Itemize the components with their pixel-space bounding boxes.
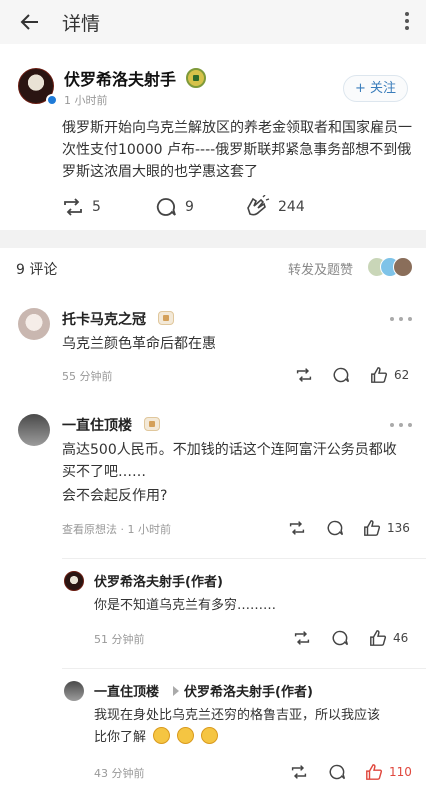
commenter-avatar[interactable] <box>18 414 50 446</box>
reply-time: 43 分钟前 <box>94 767 145 780</box>
reply-item: 一直住顶楼 伏罗希洛夫射手(作者) 我现在身处比乌克兰还穷的格鲁吉亚，所以我应该… <box>0 676 426 786</box>
thinking-emoji-icon <box>201 727 219 744</box>
comment-count: 9 <box>185 199 194 215</box>
comment-like-button[interactable]: 136 <box>363 518 410 538</box>
reply-repost-button[interactable] <box>295 365 313 385</box>
reply-item: 伏罗希洛夫射手(作者) 你是不知道乌克兰有多穷……… 51 分钟前 46 <box>0 566 426 662</box>
plus-icon: + <box>354 81 366 96</box>
reply-button[interactable] <box>326 518 344 538</box>
repost-icon <box>296 368 312 382</box>
post-actions: 5 9 244 <box>0 194 426 220</box>
comments-header: 9 评论 转发及题赞 <box>0 250 426 284</box>
thinking-emoji-icon <box>153 727 171 744</box>
comments-count-label: 9 评论 <box>16 262 58 278</box>
thumbs-up-icon <box>370 630 387 646</box>
repost-icon <box>64 198 82 216</box>
reply-like-count: 110 <box>389 765 412 779</box>
thumbs-up-liked-icon <box>366 764 383 780</box>
comment-icon <box>327 520 344 536</box>
thumbs-up-icon <box>371 367 388 383</box>
follow-label: 关注 <box>370 81 397 96</box>
comment-icon <box>156 198 176 216</box>
more-vertical-icon[interactable] <box>400 9 414 35</box>
comment-text: 乌克兰颜色革命后都在惠 <box>62 336 216 352</box>
reply-text: 你是不知道乌克兰有多穷……… <box>94 598 277 613</box>
post-text: 俄罗斯开始向乌克兰解放区的养老金领取者和国家雇员一次性支付10000 卢布---… <box>62 120 412 180</box>
reply-repost-button[interactable] <box>290 762 308 782</box>
comment-meta: 查看原想法 · 1 小时前 <box>62 521 171 537</box>
reply-to-arrow-icon <box>173 686 179 696</box>
like-button[interactable]: 244 <box>244 194 305 220</box>
main-post: 伏罗希洛夫射手 1 小时前 + 关注 俄罗斯开始向乌克兰解放区的养老金领取者和国… <box>0 44 426 230</box>
page-title: 详情 <box>62 13 101 35</box>
author-name[interactable]: 伏罗希洛夫射手 <box>64 66 176 90</box>
comment-text-line: 高达500人民币。不加钱的话这个连阿富汗公务员都收 <box>62 442 397 458</box>
reply-time: 51 分钟前 <box>94 633 145 646</box>
comment-icon <box>332 630 349 646</box>
commenter-avatar[interactable] <box>18 308 50 340</box>
more-icon[interactable] <box>390 317 412 323</box>
meta-separator: · <box>120 523 128 536</box>
reply-button[interactable] <box>331 628 349 648</box>
view-original-link[interactable]: 查看原想法 <box>62 523 117 536</box>
level-badge-icon <box>144 417 160 431</box>
like-hands-icon <box>247 195 270 216</box>
reply-like-count: 46 <box>393 631 409 645</box>
reply-button[interactable] <box>328 762 346 782</box>
comment-like-count: 136 <box>387 521 410 535</box>
reply-divider <box>62 558 426 559</box>
replier-name[interactable]: 一直住顶楼 <box>94 681 159 700</box>
like-count: 244 <box>278 199 305 215</box>
comment-time: 1 小时前 <box>127 523 172 536</box>
reply-like-button[interactable]: 110 <box>365 762 412 782</box>
comment-icon <box>329 764 346 780</box>
level-badge-icon <box>186 68 206 88</box>
comment-time: 55 分钟前 <box>62 370 113 383</box>
reposts-likes-link[interactable]: 转发及题赞 <box>288 259 353 278</box>
post-time: 1 小时前 <box>64 94 108 107</box>
reply-text-line: 比你了解 <box>94 727 219 749</box>
comment-text-line: 买不了吧…… <box>62 464 146 480</box>
more-icon[interactable] <box>390 423 412 429</box>
comment-item: 一直住顶楼 高达500人民币。不加钱的话这个连阿富汗公务员都收 买不了吧…… 会… <box>0 406 426 546</box>
reply-button[interactable] <box>332 365 350 385</box>
replier-avatar[interactable] <box>64 681 84 701</box>
commenter-name[interactable]: 一直住顶楼 <box>62 415 132 435</box>
repost-icon <box>289 521 305 535</box>
repost-button[interactable]: 5 <box>62 194 101 220</box>
follow-button[interactable]: + 关注 <box>343 75 408 102</box>
comment-button[interactable]: 9 <box>155 194 194 220</box>
reply-repost-button[interactable] <box>293 628 311 648</box>
reply-text-part: 比你了解 <box>94 730 147 745</box>
top-bar: 详情 <box>0 0 426 44</box>
comment-icon <box>333 367 350 383</box>
reply-to-name[interactable]: 伏罗希洛夫射手(作者) <box>184 681 313 700</box>
back-arrow-icon[interactable] <box>18 10 42 34</box>
repost-icon <box>291 765 307 779</box>
level-badge-icon <box>158 311 174 325</box>
thumbs-up-icon <box>364 520 381 536</box>
liker-avatar[interactable] <box>393 257 413 277</box>
commenter-name[interactable]: 托卡马克之冠 <box>62 309 146 329</box>
comment-text-line: 会不会起反作用? <box>62 488 168 504</box>
replier-name[interactable]: 伏罗希洛夫射手(作者) <box>94 571 223 590</box>
reply-divider <box>62 668 426 669</box>
replier-avatar[interactable] <box>64 571 84 591</box>
verified-icon <box>46 94 58 106</box>
reply-like-button[interactable]: 46 <box>369 628 408 648</box>
reply-text-line: 我现在身处比乌克兰还穷的格鲁吉亚，所以我应该 <box>94 708 381 723</box>
comment-item: 托卡马克之冠 乌克兰颜色革命后都在惠 55 分钟前 62 <box>0 300 426 390</box>
repost-icon <box>294 631 310 645</box>
reply-repost-button[interactable] <box>288 518 306 538</box>
comment-like-button[interactable]: 62 <box>370 365 409 385</box>
thinking-emoji-icon <box>177 727 195 744</box>
section-divider <box>0 230 426 248</box>
repost-count: 5 <box>92 199 101 215</box>
comment-like-count: 62 <box>394 368 410 382</box>
